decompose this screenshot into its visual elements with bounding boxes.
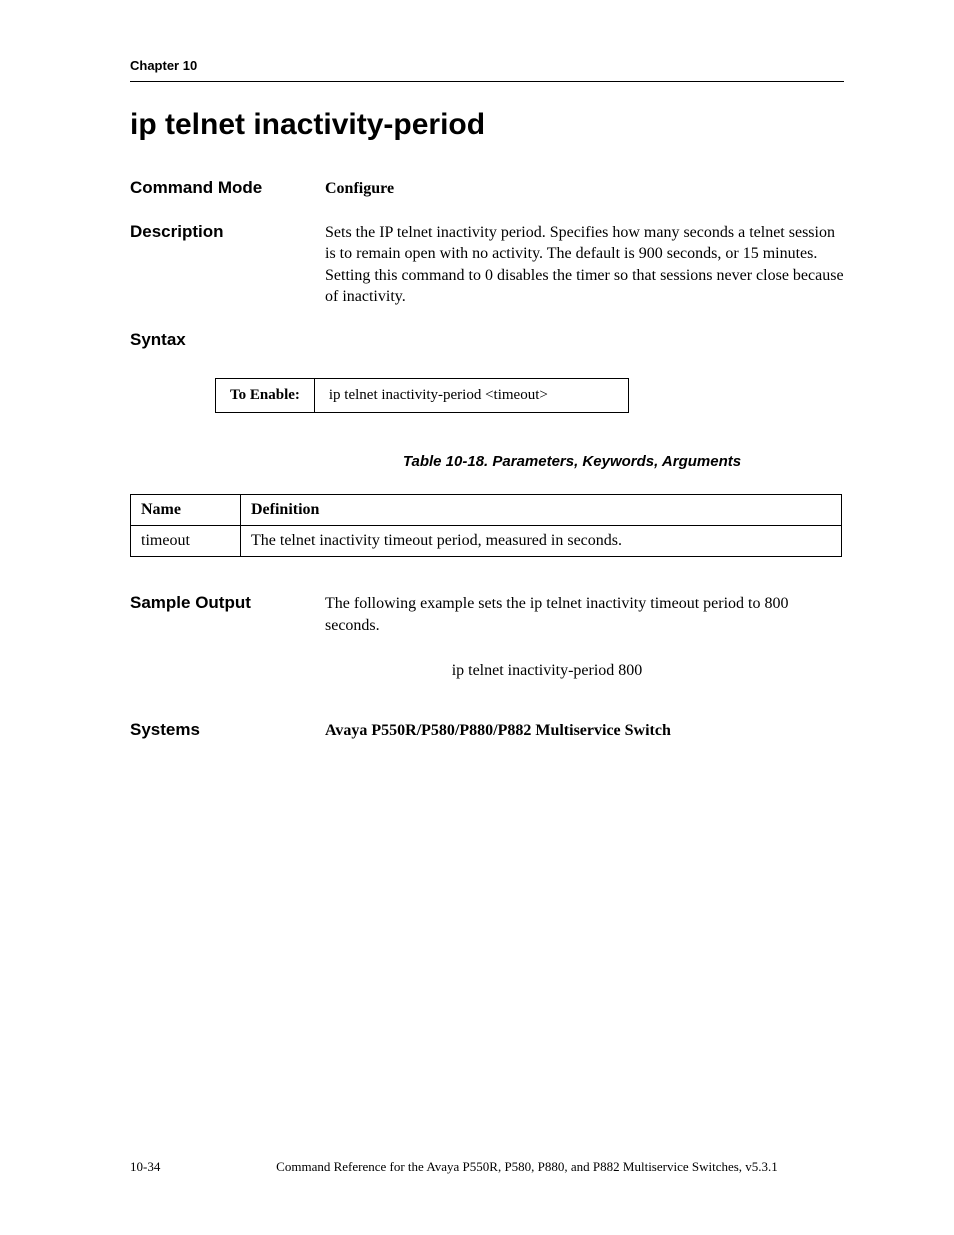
syntax-label: Syntax [130,330,844,350]
syntax-row: To Enable: ip telnet inactivity-period <… [216,378,629,412]
page-header: Chapter 10 [130,58,844,82]
table-header-row: Name Definition [131,494,842,525]
command-mode-section: Command Mode Configure [130,178,844,200]
to-enable-label: To Enable: [216,378,315,412]
sample-command: ip telnet inactivity-period 800 [130,662,844,680]
description-label: Description [130,222,325,308]
description-text: Sets the IP telnet inactivity period. Sp… [325,222,844,308]
sample-output-text: The following example sets the ip telnet… [325,593,844,636]
table-row: timeout The telnet inactivity timeout pe… [131,525,842,556]
footer-text: Command Reference for the Avaya P550R, P… [210,1159,844,1175]
footer-page-number: 10-34 [130,1159,210,1175]
syntax-table: To Enable: ip telnet inactivity-period <… [215,378,629,413]
page-footer: 10-34 Command Reference for the Avaya P5… [130,1159,844,1175]
sample-output-label: Sample Output [130,593,325,636]
header-name: Name [131,494,241,525]
sample-output-section: Sample Output The following example sets… [130,593,844,636]
header-definition: Definition [241,494,842,525]
table-caption: Table 10-18. Parameters, Keywords, Argum… [130,453,844,470]
systems-section: Systems Avaya P550R/P580/P880/P882 Multi… [130,720,844,742]
parameters-table: Name Definition timeout The telnet inact… [130,494,842,557]
systems-label: Systems [130,720,325,742]
command-mode-label: Command Mode [130,178,325,200]
page-title: ip telnet inactivity-period [130,108,844,142]
chapter-label: Chapter 10 [130,58,844,73]
to-enable-command: ip telnet inactivity-period <timeout> [314,378,628,412]
systems-value: Avaya P550R/P580/P880/P882 Multiservice … [325,720,844,742]
description-section: Description Sets the IP telnet inactivit… [130,222,844,308]
param-definition: The telnet inactivity timeout period, me… [241,525,842,556]
command-mode-value: Configure [325,178,844,200]
param-name: timeout [131,525,241,556]
